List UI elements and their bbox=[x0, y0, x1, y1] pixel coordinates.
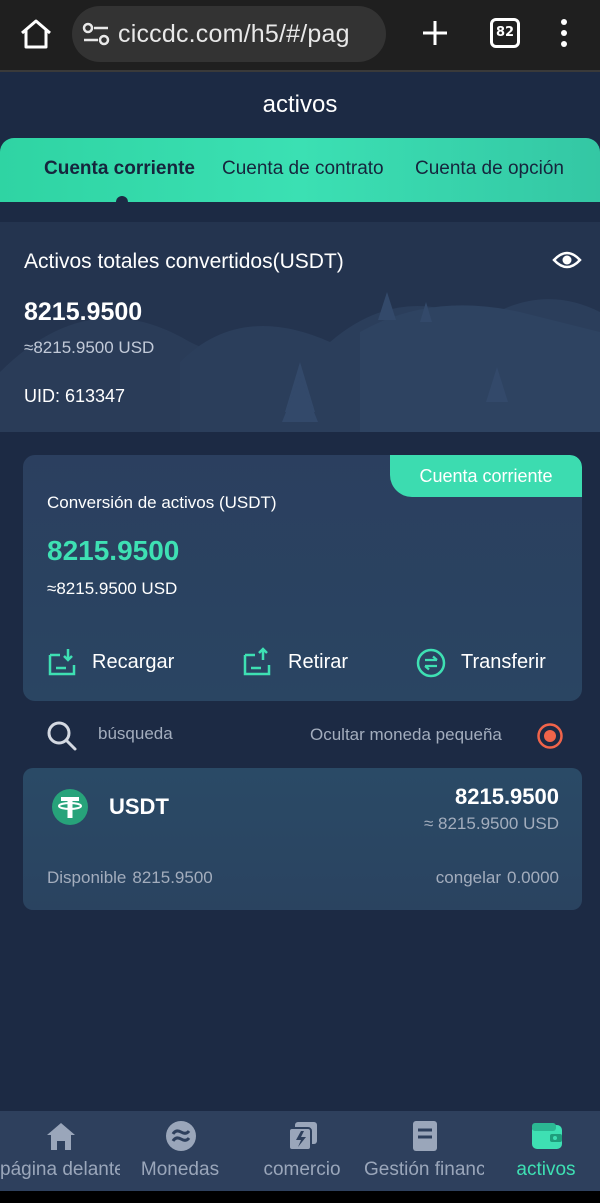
conversion-title: Conversión de activos (USDT) bbox=[47, 493, 277, 512]
search-icon[interactable] bbox=[46, 720, 78, 752]
transfer-button[interactable]: Transferir bbox=[415, 645, 565, 681]
withdraw-label: Retirar bbox=[288, 651, 349, 673]
hide-small-coins-label: Ocultar moneda pequeña bbox=[310, 725, 502, 744]
trade-icon bbox=[288, 1122, 317, 1151]
conversion-value: 8215.9500 bbox=[47, 535, 180, 566]
account-tabs: Cuenta corriente Cuenta de contrato Cuen… bbox=[0, 138, 600, 202]
document-icon bbox=[413, 1121, 437, 1151]
browser-toolbar: ciccdc.com/h5/#/pag 82 bbox=[0, 0, 600, 72]
nav-monedas-label: Monedas bbox=[140, 1159, 220, 1180]
wallet-icon bbox=[532, 1123, 562, 1149]
tab-cuenta-opcion[interactable]: Cuenta de opción bbox=[415, 158, 564, 180]
transfer-label: Transferir bbox=[461, 651, 546, 673]
coins-exchange-icon bbox=[166, 1121, 196, 1151]
tether-logo-icon bbox=[52, 789, 88, 825]
home-icon bbox=[47, 1123, 75, 1150]
tab-cuenta-corriente[interactable]: Cuenta corriente bbox=[44, 158, 195, 180]
withdraw-button[interactable]: Retirar bbox=[241, 645, 381, 681]
page-title: activos bbox=[262, 91, 338, 118]
user-uid: UID: 613347 bbox=[24, 386, 126, 406]
more-menu-icon[interactable] bbox=[554, 16, 574, 50]
address-bar[interactable]: ciccdc.com/h5/#/pag bbox=[72, 6, 386, 62]
deposit-label: Recargar bbox=[92, 651, 175, 673]
nav-home-label: página delante bbox=[0, 1159, 120, 1180]
tab-cuenta-contrato[interactable]: Cuenta de contrato bbox=[222, 158, 384, 180]
account-type-badge: Cuenta corriente bbox=[390, 455, 582, 497]
deposit-icon bbox=[48, 649, 76, 676]
frozen-label: congelar bbox=[435, 868, 501, 887]
eye-icon[interactable] bbox=[552, 248, 582, 272]
withdraw-icon bbox=[243, 647, 271, 676]
nav-activos[interactable]: activos bbox=[486, 1111, 600, 1191]
coin-card-usdt[interactable]: USDT 8215.9500 ≈ 8215.9500 USD Disponibl… bbox=[23, 768, 582, 910]
coin-balance: 8215.9500 bbox=[455, 784, 559, 809]
new-tab-plus-icon[interactable] bbox=[418, 16, 452, 50]
transfer-icon bbox=[416, 648, 446, 678]
site-settings-icon[interactable] bbox=[82, 22, 110, 46]
bottom-navigation: página delante Monedas comercio Gestión … bbox=[0, 1111, 600, 1191]
home-icon[interactable] bbox=[18, 16, 54, 52]
total-assets-panel: Activos totales convertidos(USDT) 8215.9… bbox=[0, 222, 600, 432]
url-text[interactable]: ciccdc.com/h5/#/pag bbox=[118, 20, 350, 49]
conversion-card: Cuenta corriente Conversión de activos (… bbox=[23, 455, 582, 701]
system-navigation-bar bbox=[0, 1191, 600, 1203]
nav-gestion-financiera[interactable]: Gestión financiera bbox=[364, 1111, 484, 1191]
hide-small-coins-radio[interactable] bbox=[536, 722, 564, 750]
tab-switcher-icon[interactable]: 82 bbox=[490, 18, 520, 48]
coin-balance-usd: ≈ 8215.9500 USD bbox=[423, 814, 559, 833]
nav-home[interactable]: página delante bbox=[0, 1111, 120, 1191]
frozen-balance: congelar 0.0000 bbox=[436, 868, 559, 888]
frozen-value: 0.0000 bbox=[507, 868, 559, 887]
active-tab-indicator bbox=[116, 196, 128, 208]
search-input[interactable]: búsqueda bbox=[98, 724, 173, 744]
available-value: 8215.9500 bbox=[132, 868, 213, 887]
nav-monedas[interactable]: Monedas bbox=[120, 1111, 240, 1191]
nav-comercio-label: comercio bbox=[263, 1159, 341, 1180]
nav-gestion-label: Gestión financiera bbox=[364, 1159, 484, 1180]
available-label: Disponible bbox=[47, 868, 127, 887]
nav-activos-label: activos bbox=[516, 1159, 576, 1180]
available-balance: Disponible 8215.9500 bbox=[47, 868, 213, 888]
coin-name: USDT bbox=[109, 794, 169, 819]
total-assets-title: Activos totales convertidos(USDT) bbox=[24, 250, 344, 273]
nav-comercio[interactable]: comercio bbox=[242, 1111, 362, 1191]
total-assets-usd: ≈8215.9500 USD bbox=[24, 338, 155, 357]
deposit-button[interactable]: Recargar bbox=[46, 645, 216, 681]
total-assets-value: 8215.9500 bbox=[24, 298, 143, 326]
conversion-usd: ≈8215.9500 USD bbox=[47, 579, 178, 598]
